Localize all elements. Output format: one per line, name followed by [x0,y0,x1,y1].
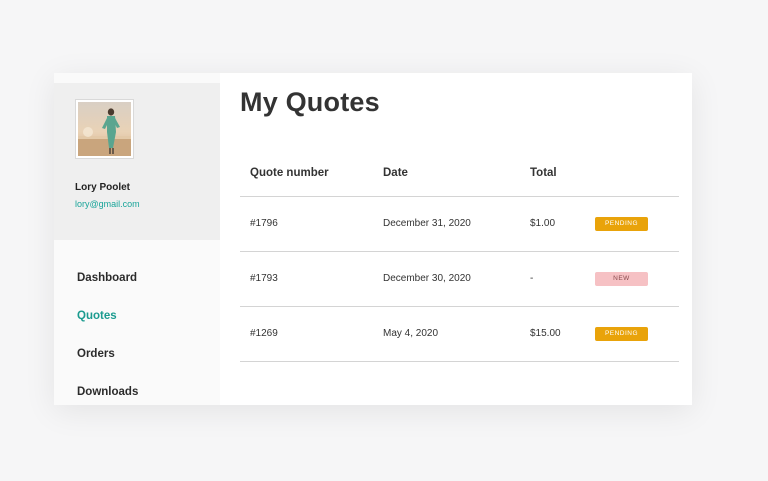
quote-status-cell: PENDING [585,196,679,252]
quote-date: May 4, 2020 [373,306,520,362]
quote-number[interactable]: #1793 [240,251,373,307]
quote-number[interactable]: #1796 [240,196,373,252]
quote-total: $15.00 [520,306,585,362]
quote-number[interactable]: #1269 [240,306,373,362]
table-header-row: Quote number Date Total [240,160,679,197]
quote-date: December 30, 2020 [373,251,520,307]
sidebar-nav: Dashboard Quotes Orders Downloads [54,240,220,405]
table-row[interactable]: #1796 December 31, 2020 $1.00 PENDING [240,196,679,252]
quotes-table: Quote number Date Total #1796 December 3… [240,160,679,362]
sidebar-item-quotes[interactable]: Quotes [77,306,220,344]
status-badge: PENDING [595,326,648,341]
quote-total: - [520,251,585,307]
table-row[interactable]: #1269 May 4, 2020 $15.00 PENDING [240,306,679,362]
column-header-date: Date [373,160,520,197]
quote-date: December 31, 2020 [373,196,520,252]
user-email[interactable]: lory@gmail.com [75,199,220,209]
table-row[interactable]: #1793 December 30, 2020 - NEW [240,251,679,307]
main-content: My Quotes Quote number Date Total #1796 … [220,73,692,405]
status-badge: PENDING [595,216,648,231]
column-header-total: Total [520,160,585,197]
column-header-status [585,160,679,197]
profile-panel: Lory Poolet lory@gmail.com [54,83,220,240]
quote-total: $1.00 [520,196,585,252]
status-badge: NEW [595,271,648,286]
column-header-quote-number: Quote number [240,160,373,197]
sidebar: Lory Poolet lory@gmail.com Dashboard Quo… [54,73,220,405]
sidebar-item-dashboard[interactable]: Dashboard [77,268,220,306]
user-name: Lory Poolet [75,182,131,193]
page-title: My Quotes [240,87,380,117]
sidebar-item-orders[interactable]: Orders [77,344,220,382]
sidebar-item-downloads[interactable]: Downloads [77,382,220,405]
account-card: Lory Poolet lory@gmail.com Dashboard Quo… [54,73,692,405]
quote-status-cell: PENDING [585,306,679,362]
avatar-photo [78,102,131,156]
quote-status-cell: NEW [585,251,679,307]
avatar [75,99,134,159]
